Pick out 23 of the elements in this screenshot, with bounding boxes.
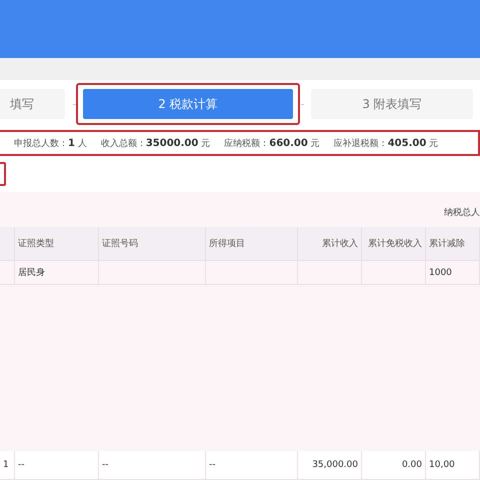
table-cell: 居民身: [15, 261, 99, 285]
column-header: 证照类型: [15, 227, 99, 261]
column-header: 累计收入: [298, 227, 362, 261]
summary-item: 应纳税额：660.00 元: [224, 136, 320, 150]
step-tab[interactable]: 3 附表填写: [311, 89, 473, 119]
total-cell: 1: [0, 451, 15, 480]
column-header: 所得项目: [206, 227, 298, 261]
step-tab[interactable]: 填写: [0, 89, 65, 119]
summary-item: 申报总人数：1 人: [14, 136, 87, 150]
summary-item: 收入总额：35000.00 元: [100, 136, 210, 150]
column-header: 累计免税收入: [362, 227, 426, 261]
step-tab[interactable]: 2 税款计算: [83, 89, 293, 119]
table-cell: 1000: [426, 261, 480, 285]
total-cell: --: [99, 451, 206, 480]
column-header: 证照号码: [99, 227, 206, 261]
total-cell: 0.00: [362, 451, 426, 480]
total-cell: --: [206, 451, 298, 480]
column-header: 累计减除: [426, 227, 480, 261]
total-cell: 10,00: [426, 451, 480, 480]
total-cell: 35,000.00: [298, 451, 362, 480]
table-caption: 纳税总人: [444, 206, 480, 219]
summary-item: 应补退税额：405.00 元: [334, 136, 438, 150]
total-cell: --: [15, 451, 99, 480]
